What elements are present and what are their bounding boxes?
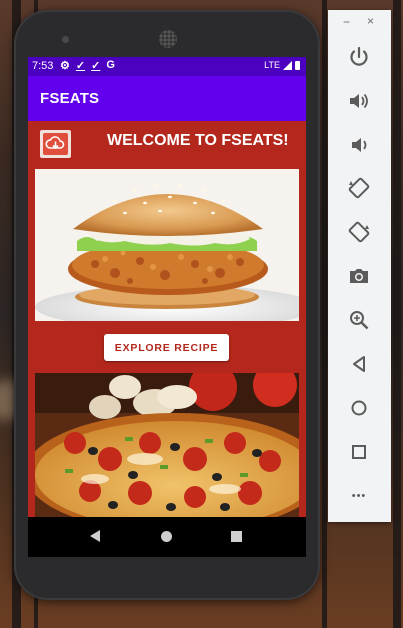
overview-icon[interactable] — [346, 439, 372, 465]
app-bar: FSEATS — [28, 76, 306, 121]
check-download-icon: ✓ — [91, 60, 101, 72]
minimize-button[interactable]: − — [343, 15, 350, 29]
pizza-image — [35, 373, 299, 517]
app-logo — [40, 130, 71, 158]
cloud-download-icon — [45, 136, 65, 150]
zoom-icon[interactable] — [346, 307, 372, 333]
signal-icon — [283, 60, 292, 70]
front-camera — [62, 36, 69, 43]
google-icon: G — [106, 59, 115, 71]
status-bar: 7:53 ⚙ ✓ ✓ G LTE — [28, 57, 306, 76]
phone-frame: 7:53 ⚙ ✓ ✓ G LTE FSEATS WELCOME TO FSEAT… — [14, 10, 320, 600]
nav-back-icon[interactable] — [90, 530, 100, 542]
more-options-icon[interactable]: ••• — [346, 483, 372, 509]
earpiece-speaker — [159, 30, 177, 48]
network-type: LTE — [264, 60, 280, 70]
battery-icon — [295, 60, 300, 70]
nav-home-icon[interactable] — [161, 531, 172, 542]
nav-recents-icon[interactable] — [231, 531, 242, 542]
rotate-right-icon[interactable] — [346, 219, 372, 245]
power-icon[interactable] — [346, 44, 372, 70]
check-download-icon: ✓ — [75, 60, 86, 72]
explore-recipe-button[interactable]: EXPLORE RECIPE — [104, 334, 229, 361]
app-title: FSEATS — [40, 90, 100, 107]
rotate-left-icon[interactable] — [346, 175, 372, 201]
emulator-control-panel: − × ••• — [328, 10, 391, 522]
navigation-bar — [28, 517, 306, 557]
device-screen: 7:53 ⚙ ✓ ✓ G LTE FSEATS WELCOME TO FSEAT… — [28, 57, 306, 557]
volume-up-icon[interactable] — [346, 88, 372, 114]
back-icon[interactable] — [346, 351, 372, 377]
burger-image — [35, 169, 299, 321]
settings-icon: ⚙ — [60, 60, 70, 72]
welcome-heading: WELCOME TO FSEATS! — [107, 132, 289, 149]
camera-screenshot-icon[interactable] — [346, 263, 372, 289]
home-icon[interactable] — [346, 395, 372, 421]
main-content[interactable]: WELCOME TO FSEATS! EXPLORE RECIPE — [28, 121, 306, 517]
volume-down-icon[interactable] — [346, 132, 372, 158]
status-time: 7:53 — [32, 60, 54, 72]
close-button[interactable]: × — [367, 14, 374, 28]
